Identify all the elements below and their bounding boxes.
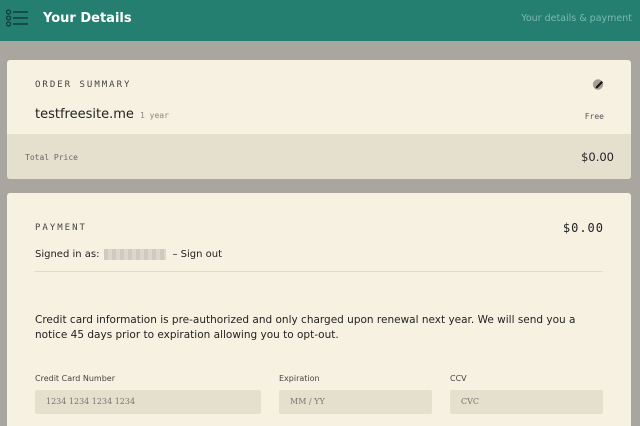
payment-amount: $0.00 bbox=[562, 221, 604, 235]
total-price-label: Total Price bbox=[25, 153, 78, 162]
redacted-email bbox=[103, 249, 166, 260]
divider bbox=[35, 271, 603, 272]
card-number-input[interactable] bbox=[35, 390, 261, 414]
sign-out-link[interactable]: – Sign out bbox=[173, 249, 223, 260]
breadcrumb: Your details & payment bbox=[521, 13, 632, 24]
item-price: Free bbox=[584, 112, 604, 121]
domain-name: testfreesite.me bbox=[35, 107, 134, 122]
edit-icon[interactable] bbox=[592, 78, 604, 90]
page-title: Your Details bbox=[43, 11, 132, 26]
cvv-label: CCV bbox=[450, 374, 467, 383]
signed-in-label: Signed in as: bbox=[35, 249, 100, 260]
order-summary-card: ORDER SUMMARY testfreesite.me 1 year Fre… bbox=[7, 60, 631, 179]
expiration-label: Expiration bbox=[279, 374, 320, 383]
total-row: Total Price $0.00 bbox=[7, 134, 631, 179]
card-number-label: Credit Card Number bbox=[35, 374, 115, 383]
term-length: 1 year bbox=[140, 111, 169, 120]
signed-in-row: Signed in as: – Sign out bbox=[35, 249, 222, 260]
order-summary-label: ORDER SUMMARY bbox=[35, 80, 132, 90]
menu-icon[interactable] bbox=[6, 9, 28, 27]
expiration-input[interactable] bbox=[279, 390, 432, 414]
payment-card: PAYMENT $0.00 Signed in as: – Sign out C… bbox=[7, 193, 631, 426]
payment-label: PAYMENT bbox=[35, 223, 87, 233]
cvv-input[interactable] bbox=[450, 390, 603, 414]
top-bar: Your Details Your details & payment bbox=[0, 0, 640, 41]
preauth-info-text: Credit card information is pre-authorize… bbox=[35, 314, 576, 341]
total-price-value: $0.00 bbox=[581, 150, 614, 164]
